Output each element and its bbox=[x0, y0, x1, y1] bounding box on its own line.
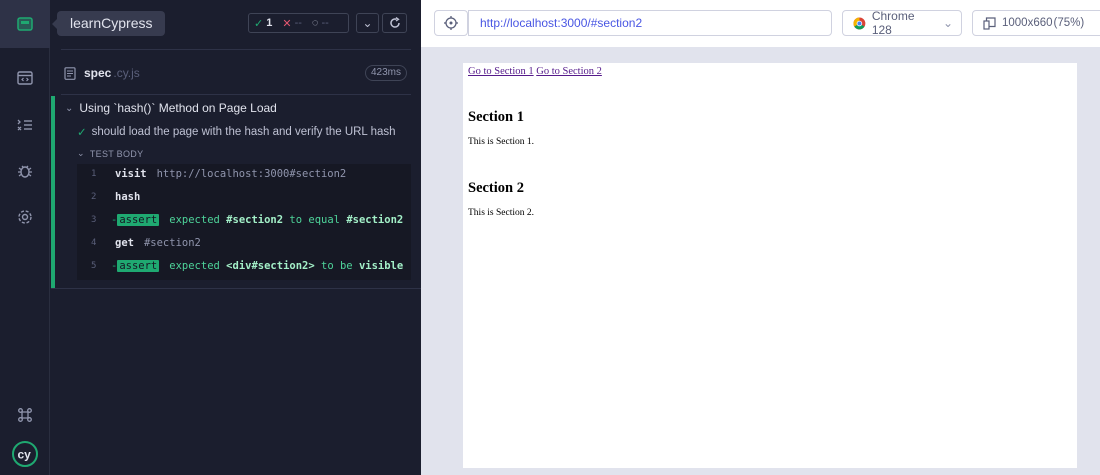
nav-cypress-logo[interactable]: cy bbox=[0, 430, 50, 475]
chevron-down-icon: ⌄ bbox=[77, 148, 85, 158]
chrome-icon bbox=[853, 17, 866, 29]
suite-header[interactable]: ⌄ Using `hash()` Method on Page Load bbox=[65, 101, 277, 115]
expand-collapse-button[interactable]: ⌄ bbox=[356, 13, 379, 33]
section2-text: This is Section 2. bbox=[468, 208, 534, 218]
document-icon bbox=[64, 66, 76, 80]
section1-link[interactable]: Go to Section 1 bbox=[468, 66, 534, 77]
assert-badge: assert bbox=[117, 213, 160, 226]
test-body-label: TEST BODY bbox=[89, 148, 144, 159]
pending-icon: ◌ bbox=[311, 17, 319, 29]
spec-name: spec bbox=[84, 66, 112, 80]
x-icon: ✕ bbox=[282, 17, 292, 30]
url-bar[interactable]: http://localhost:3000/#section2 bbox=[468, 10, 832, 36]
command-log: 1 visit http://localhost:3000#section2 2… bbox=[77, 164, 411, 280]
check-icon: ✓ bbox=[254, 17, 264, 30]
test-body-toggle[interactable]: ⌄ TEST BODY bbox=[77, 148, 143, 159]
viewport-icon bbox=[983, 16, 996, 30]
cypress-logo-icon: cy bbox=[12, 441, 38, 467]
zoom-level: (75%) bbox=[1053, 17, 1085, 29]
preview-toolbar: http://localhost:3000/#section2 Chrome 1… bbox=[421, 0, 1100, 47]
nav-tooltip: learnCypress bbox=[51, 11, 166, 36]
side-navigation: learnCypress cy bbox=[0, 0, 166, 475]
svg-text:cy: cy bbox=[18, 448, 32, 462]
command-row[interactable]: 1 visit http://localhost:3000#section2 bbox=[77, 162, 411, 185]
section1-heading: Section 1 bbox=[468, 109, 524, 125]
nav-test-list[interactable] bbox=[0, 101, 50, 149]
app-under-test-frame: Go to Section 1 Go to Section 2 Section … bbox=[463, 63, 1077, 468]
crosshair-icon bbox=[444, 16, 458, 30]
browser-selector[interactable]: Chrome 128 ⌄ bbox=[842, 9, 962, 37]
command-row[interactable]: 4 get #section2 bbox=[77, 231, 411, 254]
command-key-icon bbox=[18, 408, 32, 422]
divider bbox=[61, 94, 411, 95]
refresh-icon bbox=[389, 17, 400, 28]
passed-stat: ✓ 1 bbox=[254, 17, 273, 30]
command-row[interactable]: 3 - assert expected #section2 to equal #… bbox=[77, 208, 411, 231]
debug-icon bbox=[18, 165, 32, 178]
test-header[interactable]: ✓ should load the page with the hash and… bbox=[77, 125, 396, 139]
command-row[interactable]: 5 - assert expected <div#section2> to be… bbox=[77, 254, 411, 277]
suite-title: Using `hash()` Method on Page Load bbox=[79, 101, 277, 115]
assert-badge: assert bbox=[117, 259, 160, 272]
nav-runs[interactable] bbox=[0, 54, 50, 102]
test-stats: ✓ 1 ✕ -- ◌ -- bbox=[248, 13, 349, 33]
specs-icon bbox=[17, 17, 33, 31]
suite-block: ⌄ Using `hash()` Method on Page Load ✓ s… bbox=[51, 96, 421, 288]
spec-header: spec .cy.js 423ms bbox=[64, 63, 407, 83]
section2-heading: Section 2 bbox=[468, 180, 524, 196]
section1-text: This is Section 1. bbox=[468, 137, 534, 147]
nav-settings[interactable] bbox=[0, 193, 50, 241]
viewport-size: 1000x660 bbox=[1002, 17, 1053, 29]
pending-stat: ◌ -- bbox=[311, 17, 329, 29]
chevron-down-icon: ⌄ bbox=[362, 16, 373, 30]
failed-stat: ✕ -- bbox=[282, 17, 302, 30]
nav-specs[interactable] bbox=[0, 0, 50, 48]
runs-icon bbox=[17, 71, 33, 85]
divider bbox=[51, 288, 421, 289]
settings-icon bbox=[18, 210, 32, 224]
check-icon: ✓ bbox=[77, 127, 87, 139]
test-list-icon bbox=[17, 119, 32, 131]
section-links: Go to Section 1 Go to Section 2 bbox=[468, 66, 602, 77]
section2-link[interactable]: Go to Section 2 bbox=[536, 66, 602, 77]
divider bbox=[61, 49, 411, 50]
command-row[interactable]: 2 hash bbox=[77, 185, 411, 208]
nav-debug[interactable] bbox=[0, 147, 50, 195]
selector-playground-button[interactable] bbox=[434, 10, 468, 36]
chevron-down-icon: ⌄ bbox=[65, 102, 74, 114]
app-preview-area: http://localhost:3000/#section2 Chrome 1… bbox=[421, 0, 1100, 475]
rerun-button[interactable] bbox=[382, 13, 407, 33]
viewport-selector[interactable]: 1000x660 (75%) bbox=[972, 10, 1100, 36]
spec-duration: 423ms bbox=[364, 65, 407, 81]
chevron-down-icon: ⌄ bbox=[942, 16, 953, 30]
test-title: should load the page with the hash and v… bbox=[91, 126, 396, 138]
spec-extension: .cy.js bbox=[113, 66, 140, 80]
reporter-panel: ✓ 1 ✕ -- ◌ -- ⌄ spec .cy.js 423ms ⌄ Usin… bbox=[51, 0, 421, 475]
browser-name: Chrome 128 bbox=[871, 9, 915, 37]
